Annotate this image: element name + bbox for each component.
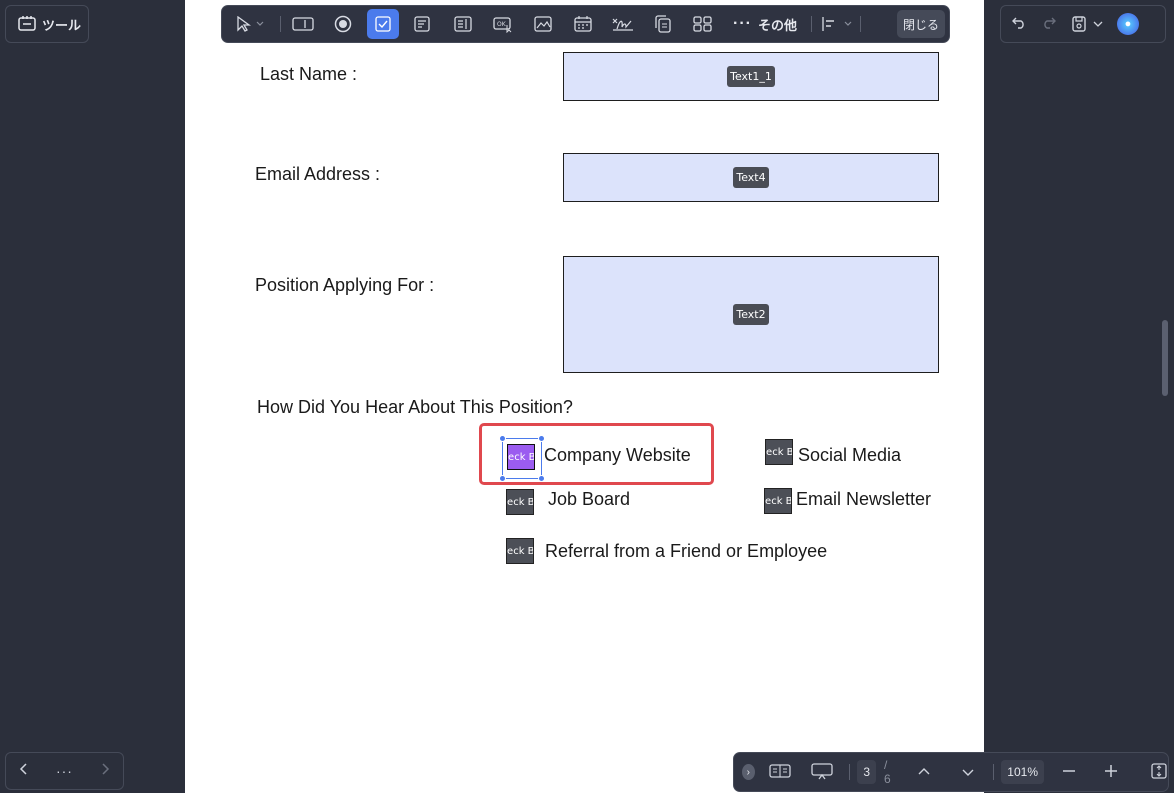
grid-button[interactable]: [687, 9, 719, 39]
position-field[interactable]: Text2: [563, 256, 939, 373]
undo-icon[interactable]: [1011, 14, 1027, 34]
select-tool-button[interactable]: [228, 9, 272, 39]
more-button[interactable]: ··· その他: [733, 15, 797, 34]
last-name-field[interactable]: Text1_1: [563, 52, 939, 101]
divider: [848, 764, 850, 780]
signature-icon: [612, 18, 633, 31]
email-field[interactable]: Text4: [563, 153, 939, 202]
presentation-icon[interactable]: [810, 762, 833, 783]
field-tag: Text4: [733, 167, 769, 188]
tools-icon: [18, 15, 36, 34]
checkbox-social-media[interactable]: Check Box: [765, 439, 793, 465]
top-right-controls: ●: [1000, 5, 1166, 43]
image-field-button[interactable]: [527, 9, 559, 39]
divider: [992, 764, 994, 780]
chevron-up-icon[interactable]: [917, 764, 931, 780]
chevron-left-icon[interactable]: [19, 762, 29, 780]
field-tag: Text2: [733, 304, 769, 325]
align-left-icon: [822, 17, 852, 31]
option-label: Email Newsletter: [796, 489, 932, 509]
hear-question: How Did You Hear About This Position?: [257, 397, 573, 417]
combo-box-button[interactable]: [407, 9, 439, 39]
checkbox-email-newsletter[interactable]: Check Box: [764, 488, 792, 514]
checkbox-tool-button[interactable]: [367, 9, 399, 39]
form-toolbar: OK ··· その他 閉じる: [221, 5, 950, 43]
email-label: Email Address :: [255, 164, 381, 184]
more-dots-icon: ···: [733, 15, 752, 32]
position-label: Position Applying For :: [255, 275, 435, 295]
redo-icon[interactable]: [1041, 14, 1057, 34]
svg-text:OK: OK: [497, 21, 507, 28]
last-name-label: Last Name :: [260, 64, 358, 84]
text-field-icon: [292, 17, 314, 31]
text-field-button[interactable]: [287, 9, 319, 39]
field-tag: Text1_1: [727, 66, 775, 87]
option-label: Job Board: [548, 489, 631, 509]
toolbar-divider: [860, 16, 861, 32]
fit-page-icon[interactable]: [1150, 762, 1168, 783]
page-number-input[interactable]: 3: [857, 760, 877, 784]
close-button[interactable]: 閉じる: [897, 10, 945, 38]
zoom-level[interactable]: 101%: [1001, 760, 1044, 784]
more-label: その他: [757, 17, 797, 33]
calendar-icon: [574, 16, 592, 32]
button-tool[interactable]: OK: [487, 9, 519, 39]
chevron-right-icon[interactable]: [100, 762, 110, 780]
signature-field-button[interactable]: [607, 9, 639, 39]
checkbox-referral[interactable]: Check Box: [506, 538, 534, 564]
highlight-box: [479, 423, 714, 485]
ai-assistant-icon[interactable]: ●: [1117, 13, 1139, 35]
expand-icon[interactable]: ›: [742, 764, 755, 780]
align-button[interactable]: [818, 9, 858, 39]
ok-button-icon: OK: [493, 17, 512, 33]
date-field-button[interactable]: [567, 9, 599, 39]
combo-box-icon: [414, 16, 430, 32]
grid-icon: [693, 16, 712, 32]
bottom-toolbar: › 3 / 6 101%: [733, 752, 1169, 792]
zoom-in-icon[interactable]: [1104, 764, 1118, 781]
chevron-down-icon[interactable]: [961, 764, 975, 780]
list-box-icon: [454, 16, 472, 32]
chevron-down-icon: [1093, 21, 1103, 27]
checkbox-icon: [375, 16, 391, 32]
more-icon[interactable]: ···: [56, 763, 73, 779]
pointer-icon: [237, 16, 264, 32]
radio-icon: [334, 15, 352, 33]
list-box-button[interactable]: [447, 9, 479, 39]
vertical-scrollbar[interactable]: [1162, 320, 1168, 396]
page-total: / 6: [884, 758, 891, 786]
copy-icon: [655, 15, 671, 33]
image-icon: [534, 16, 552, 32]
tools-label: ツール: [42, 17, 82, 33]
bottom-left-nav: ···: [5, 752, 124, 790]
save-icon[interactable]: [1071, 15, 1103, 33]
radio-button-tool[interactable]: [327, 9, 359, 39]
tools-button[interactable]: ツール: [5, 5, 89, 43]
option-label: Social Media: [798, 445, 902, 465]
toolbar-divider: [811, 16, 812, 32]
duplicate-button[interactable]: [647, 9, 679, 39]
document-page: Last Name : Text1_1 Email Address : Text…: [185, 0, 984, 793]
page-layout-icon[interactable]: [768, 763, 791, 782]
zoom-out-icon[interactable]: [1062, 764, 1076, 781]
checkbox-job-board[interactable]: Check Box: [506, 489, 534, 515]
option-label: Referral from a Friend or Employee: [545, 541, 828, 561]
toolbar-divider: [280, 16, 281, 32]
